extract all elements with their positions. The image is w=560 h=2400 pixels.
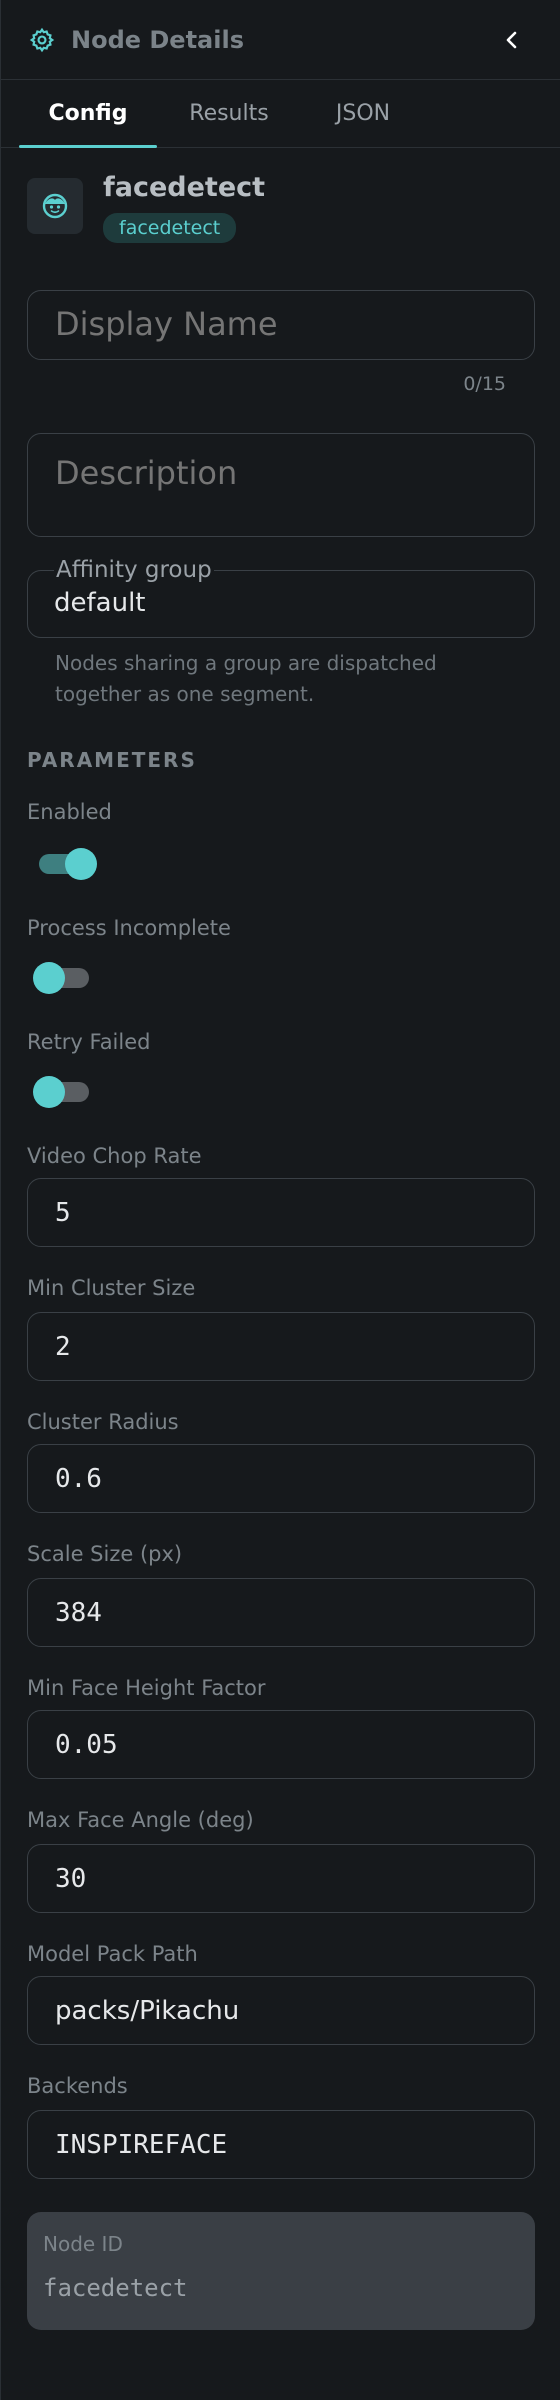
model-pack-path-field[interactable]: packs/Pikachu	[27, 1976, 535, 2045]
process-incomplete-label: Process Incomplete	[27, 916, 231, 940]
node-name: facedetect	[103, 172, 266, 203]
min-cluster-size-label: Min Cluster Size	[27, 1276, 196, 1300]
scale-size-value[interactable]: 384	[55, 1598, 102, 1628]
chevron-left-icon[interactable]	[494, 22, 530, 58]
description-field[interactable]	[27, 433, 535, 537]
face-icon	[27, 178, 83, 234]
tab-bar: Config Results JSON	[1, 80, 560, 148]
backends-value[interactable]: INSPIREFACE	[55, 2130, 227, 2160]
video-chop-rate-label: Video Chop Rate	[27, 1144, 202, 1168]
scale-size-label: Scale Size (px)	[27, 1542, 183, 1566]
enabled-toggle[interactable]	[33, 844, 97, 884]
page-title: Node Details	[71, 25, 244, 54]
enabled-label: Enabled	[27, 800, 112, 824]
min-cluster-size-value[interactable]: 2	[55, 1332, 71, 1362]
min-face-height-factor-field[interactable]: 0.05	[27, 1710, 535, 1779]
cluster-radius-field[interactable]: 0.6	[27, 1444, 535, 1513]
parameters-heading: PARAMETERS	[27, 748, 197, 772]
retry-failed-label: Retry Failed	[27, 1030, 151, 1054]
backends-label: Backends	[27, 2074, 128, 2098]
model-pack-path-value[interactable]: packs/Pikachu	[55, 1996, 239, 2026]
display-name-input[interactable]	[28, 291, 534, 357]
min-cluster-size-field[interactable]: 2	[27, 1312, 535, 1381]
max-face-angle-value[interactable]: 30	[55, 1864, 86, 1894]
retry-failed-toggle[interactable]	[33, 1072, 97, 1112]
affinity-helper-text: Nodes sharing a group are dispatched tog…	[55, 651, 437, 706]
backends-field[interactable]: INSPIREFACE	[27, 2110, 535, 2179]
affinity-group-label: Affinity group	[54, 557, 214, 583]
max-face-angle-label: Max Face Angle (deg)	[27, 1808, 254, 1832]
description-input[interactable]	[28, 434, 534, 534]
cluster-radius-value[interactable]: 0.6	[55, 1464, 102, 1494]
affinity-group-field[interactable]: Affinity group default	[27, 557, 535, 638]
node-id-box: Node ID facedetect	[27, 2212, 535, 2330]
display-name-field[interactable]	[27, 290, 535, 360]
min-face-height-factor-value[interactable]: 0.05	[55, 1730, 118, 1760]
max-face-angle-field[interactable]: 30	[27, 1844, 535, 1913]
scale-size-field[interactable]: 384	[27, 1578, 535, 1647]
video-chop-rate-value[interactable]: 5	[55, 1198, 71, 1228]
panel-header: Node Details	[1, 0, 560, 80]
node-type-chip: facedetect	[103, 213, 237, 243]
node-summary: facedetect facedetect	[1, 148, 560, 256]
tab-config[interactable]: Config	[19, 80, 157, 148]
model-pack-path-label: Model Pack Path	[27, 1942, 198, 1966]
process-incomplete-toggle[interactable]	[33, 958, 97, 998]
node-id-label: Node ID	[43, 2232, 123, 2256]
affinity-group-value[interactable]: default	[54, 588, 145, 618]
display-name-counter: 0/15	[463, 373, 506, 395]
cluster-radius-label: Cluster Radius	[27, 1410, 179, 1434]
min-face-height-factor-label: Min Face Height Factor	[27, 1676, 266, 1700]
node-id-value: facedetect	[43, 2274, 188, 2302]
video-chop-rate-field[interactable]: 5	[27, 1178, 535, 1247]
node-details-panel: Node Details Config Results JSON facedet…	[0, 0, 560, 2400]
tab-json[interactable]: JSON	[301, 80, 425, 147]
tab-results[interactable]: Results	[157, 80, 301, 147]
gear-icon	[27, 25, 57, 55]
